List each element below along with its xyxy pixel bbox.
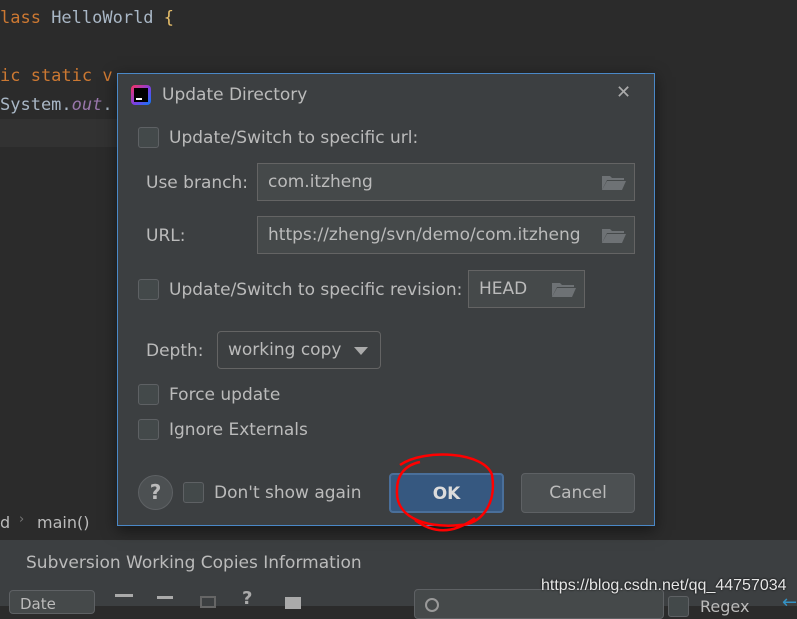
breadcrumb-item-class[interactable]: d (0, 513, 10, 532)
folder-icon[interactable] (602, 174, 626, 190)
cancel-button[interactable]: Cancel (521, 473, 635, 513)
help-icon: ? (149, 480, 162, 504)
intellij-logo-icon (131, 85, 151, 105)
url-value: https://zheng/svn/demo/com.itzheng (268, 225, 581, 245)
revision-value: HEAD (479, 279, 528, 299)
switch-url-checkbox[interactable] (138, 127, 159, 148)
class-name: HelloWorld (40, 8, 164, 28)
chevron-down-icon (354, 347, 368, 355)
regex-checkbox[interactable] (668, 596, 689, 617)
red-annotation-circle (395, 453, 495, 532)
depth-value: working copy (228, 340, 342, 360)
url-field[interactable]: https://zheng/svn/demo/com.itzheng (257, 216, 635, 254)
code-line-print: System.out. (0, 95, 113, 115)
pin-icon[interactable] (285, 597, 301, 609)
dialog-title: Update Directory (162, 85, 308, 105)
svn-info-panel: Subversion Working Copies Information Da… (0, 540, 797, 619)
collapse-all-icon[interactable] (157, 596, 173, 599)
regex-label: Regex (700, 597, 750, 616)
force-update-checkbox[interactable] (138, 384, 159, 405)
use-branch-value: com.itzheng (268, 172, 373, 192)
folder-icon[interactable] (552, 281, 576, 297)
dont-show-label: Don't show again (214, 483, 362, 503)
copy-icon[interactable] (200, 596, 216, 608)
breadcrumb-separator: › (19, 512, 25, 527)
sort-value: Date (20, 595, 56, 613)
switch-revision-label: Update/Switch to specific revision: (169, 280, 463, 300)
switch-url-label: Update/Switch to specific url: (169, 128, 419, 148)
use-branch-field[interactable]: com.itzheng (257, 163, 635, 201)
expand-all-icon[interactable] (115, 594, 133, 597)
panel-title: Subversion Working Copies Information (26, 553, 362, 573)
depth-dropdown[interactable]: working copy (217, 331, 381, 369)
code-field: out (71, 95, 103, 115)
code-line-class: lass HelloWorld { (0, 8, 174, 28)
help-button[interactable]: ? (138, 475, 173, 510)
depth-label: Depth: (146, 341, 204, 361)
use-branch-label: Use branch: (146, 173, 248, 193)
ignore-externals-checkbox[interactable] (138, 419, 159, 440)
revision-field[interactable]: HEAD (468, 270, 585, 308)
folder-icon[interactable] (602, 227, 626, 243)
keyword: lass (0, 8, 41, 28)
breadcrumb-item-main[interactable]: main() (37, 513, 89, 532)
force-update-label: Force update (169, 385, 281, 405)
url-label: URL: (146, 226, 186, 246)
search-icon (425, 598, 439, 612)
arrow-left-icon[interactable]: ← (782, 592, 797, 613)
sort-dropdown[interactable]: Date (9, 590, 95, 614)
brace: { (163, 8, 175, 28)
close-button[interactable]: ✕ (616, 82, 631, 103)
dont-show-checkbox[interactable] (183, 482, 204, 503)
code-text: . (102, 95, 113, 115)
cancel-label: Cancel (549, 483, 607, 503)
switch-revision-checkbox[interactable] (138, 279, 159, 300)
ignore-externals-label: Ignore Externals (169, 420, 308, 440)
code-text: System. (0, 95, 72, 115)
current-line-highlight (0, 119, 117, 147)
code-line-method: ic static v (0, 66, 113, 86)
watermark: https://blog.csdn.net/qq_44757034 (541, 577, 787, 594)
